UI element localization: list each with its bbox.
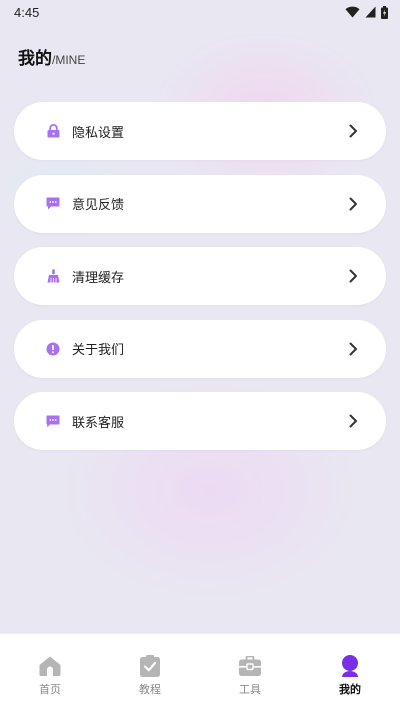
- menu-item-label: 联系客服: [72, 415, 125, 431]
- home-icon: [39, 655, 61, 677]
- menu-item-feedback[interactable]: 意见反馈: [14, 174, 386, 233]
- message-icon: [46, 414, 60, 428]
- menu-item-clear-cache[interactable]: 清理缓存: [14, 247, 386, 305]
- nav-item-tools[interactable]: 工具: [200, 634, 300, 712]
- chevron-right-icon: [346, 414, 360, 428]
- menu-item-label: 清理缓存: [72, 270, 125, 286]
- nav-item-mine[interactable]: 我的: [300, 634, 400, 712]
- menu-item-label: 隐私设置: [72, 125, 125, 141]
- broom-icon: [46, 269, 60, 283]
- chevron-right-icon: [346, 342, 360, 356]
- settings-menu: 隐私设置 意见反馈 清理缓存 关于我们 联系客服: [14, 102, 386, 465]
- nav-item-label: 教程: [139, 683, 161, 696]
- nav-item-home[interactable]: 首页: [0, 634, 100, 712]
- status-time: 4:45: [14, 4, 40, 20]
- nav-item-label: 我的: [339, 683, 361, 696]
- page-title: 我的 /MINE: [18, 44, 85, 69]
- checkbox-icon: [139, 655, 161, 677]
- chevron-right-icon: [346, 197, 360, 211]
- menu-item-privacy-settings[interactable]: 隐私设置: [14, 102, 386, 160]
- bottom-nav: 首页 教程 工具 我的: [0, 633, 400, 712]
- chevron-right-icon: [346, 124, 360, 138]
- menu-item-about-us[interactable]: 关于我们: [14, 319, 386, 378]
- nav-item-tutorial[interactable]: 教程: [100, 634, 200, 712]
- nav-item-label: 首页: [39, 683, 61, 696]
- chat-bubble-icon: [46, 197, 60, 211]
- menu-item-contact-support[interactable]: 联系客服: [14, 392, 386, 450]
- status-bar: 4:45: [0, 0, 400, 24]
- menu-item-label: 关于我们: [72, 343, 125, 358]
- page-title-subtitle: /MINE: [52, 53, 86, 67]
- status-icons: [345, 5, 388, 19]
- wifi-icon: [345, 6, 360, 18]
- lock-icon: [46, 124, 60, 138]
- page-title-main: 我的: [18, 49, 52, 69]
- battery-icon: [381, 5, 388, 19]
- menu-item-label: 意见反馈: [72, 198, 125, 213]
- signal-icon: [365, 6, 376, 18]
- nav-item-label: 工具: [239, 683, 261, 696]
- info-alert-icon: [46, 342, 60, 356]
- toolbox-icon: [239, 655, 261, 677]
- chevron-right-icon: [346, 269, 360, 283]
- person-icon: [339, 655, 361, 677]
